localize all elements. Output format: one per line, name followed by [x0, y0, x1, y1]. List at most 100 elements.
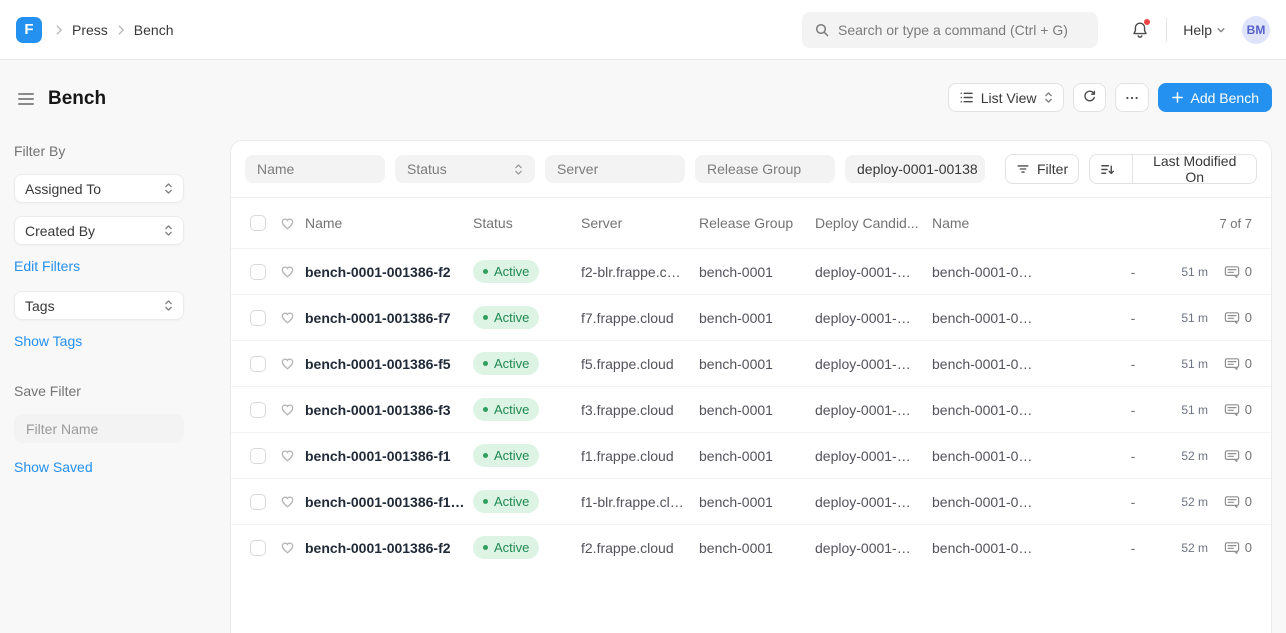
status-label: Active	[494, 494, 529, 509]
breadcrumb-bench[interactable]: Bench	[134, 22, 174, 38]
row-checkbox[interactable]	[250, 356, 266, 372]
row-checkbox[interactable]	[250, 310, 266, 326]
help-menu[interactable]: Help	[1183, 22, 1226, 38]
assigned-to-select[interactable]: Assigned To	[14, 174, 184, 203]
name2-cell: bench-0001-0…	[932, 264, 1108, 280]
chevron-down-icon	[1216, 25, 1226, 35]
table-row[interactable]: bench-0001-001386-f3 Active f3.frappe.cl…	[231, 386, 1271, 432]
bench-name[interactable]: bench-0001-001386-f3	[305, 402, 473, 418]
name2-cell: bench-0001-0…	[932, 402, 1108, 418]
list-view-icon	[959, 90, 974, 105]
release-group-filter-input[interactable]	[695, 155, 835, 183]
search-input[interactable]	[838, 22, 1086, 38]
bench-name[interactable]: bench-0001-001386-f5	[305, 356, 473, 372]
command-search[interactable]	[802, 12, 1098, 48]
filter-name-input[interactable]	[14, 414, 184, 443]
last-modified-cell: 51 m	[1158, 311, 1208, 325]
comments-cell: 0	[1208, 448, 1252, 464]
status-label: Active	[494, 310, 529, 325]
tags-select[interactable]: Tags	[14, 291, 184, 320]
sidebar-toggle-icon[interactable]	[16, 91, 36, 107]
chevron-up-down-icon	[514, 163, 523, 176]
filter-button-label: Filter	[1037, 161, 1068, 177]
row-checkbox[interactable]	[250, 494, 266, 510]
chevron-up-down-icon	[164, 299, 173, 312]
more-options-button[interactable]	[1115, 83, 1149, 112]
comments-cell: 0	[1208, 402, 1252, 418]
edit-filters-link[interactable]: Edit Filters	[14, 258, 80, 274]
server-cell: f5.frappe.cloud	[581, 356, 699, 372]
comments-cell: 0	[1208, 264, 1252, 280]
table-row[interactable]: bench-0001-001386-f7 Active f7.frappe.cl…	[231, 294, 1271, 340]
bench-name[interactable]: bench-0001-001386-f2	[305, 540, 473, 556]
header-server[interactable]: Server	[581, 215, 699, 231]
header-deploy-candidate[interactable]: Deploy Candid...	[815, 215, 932, 231]
add-bench-button[interactable]: Add Bench	[1158, 83, 1273, 112]
server-cell: f2-blr.frappe.c…	[581, 264, 699, 280]
favorite-icon[interactable]	[280, 402, 305, 417]
view-select-button[interactable]: List View	[948, 83, 1064, 112]
filter-button[interactable]: Filter	[1005, 154, 1079, 184]
last-modified-cell: 52 m	[1158, 541, 1208, 555]
comment-icon	[1224, 356, 1240, 372]
favorite-icon[interactable]	[280, 494, 305, 509]
favorite-icon[interactable]	[280, 540, 305, 555]
server-filter-input[interactable]	[545, 155, 685, 183]
status-label: Active	[494, 402, 529, 417]
table-row[interactable]: bench-0001-001386-f2 Active f2-blr.frapp…	[231, 248, 1271, 294]
breadcrumb-press[interactable]: Press	[72, 22, 108, 38]
user-avatar[interactable]: BM	[1242, 16, 1270, 44]
bench-name[interactable]: bench-0001-001386-f1…	[305, 494, 473, 510]
filter-by-label: Filter By	[14, 143, 184, 159]
empty-value-cell: -	[1108, 310, 1158, 326]
release-group-cell: bench-0001	[699, 448, 815, 464]
created-by-select[interactable]: Created By	[14, 216, 184, 245]
table-row[interactable]: bench-0001-001386-f2 Active f2.frappe.cl…	[231, 524, 1271, 570]
row-checkbox[interactable]	[250, 402, 266, 418]
status-badge: Active	[473, 536, 539, 559]
table-row[interactable]: bench-0001-001386-f5 Active f5.frappe.cl…	[231, 340, 1271, 386]
deploy-candidate-cell: deploy-0001-…	[815, 310, 932, 326]
view-select-label: List View	[981, 90, 1037, 106]
status-badge: Active	[473, 306, 539, 329]
favorite-icon[interactable]	[280, 356, 305, 371]
row-checkbox[interactable]	[250, 264, 266, 280]
bench-name[interactable]: bench-0001-001386-f7	[305, 310, 473, 326]
frappe-logo-icon[interactable]: F	[16, 17, 42, 43]
select-all-checkbox[interactable]	[250, 215, 266, 231]
chevron-up-down-icon	[1044, 91, 1053, 104]
favorite-icon[interactable]	[280, 310, 305, 325]
refresh-button[interactable]	[1073, 83, 1106, 112]
name2-cell: bench-0001-0…	[932, 494, 1108, 510]
row-checkbox[interactable]	[250, 448, 266, 464]
header-status[interactable]: Status	[473, 215, 581, 231]
row-checkbox[interactable]	[250, 540, 266, 556]
favorite-icon[interactable]	[280, 448, 305, 463]
favorite-icon[interactable]	[280, 264, 305, 279]
sort-icon	[1090, 155, 1125, 183]
status-label: Active	[494, 448, 529, 463]
sort-button[interactable]: Last Modified On	[1089, 154, 1257, 184]
status-filter-label: Status	[407, 161, 447, 177]
name-filter-input[interactable]	[245, 155, 385, 183]
table-row[interactable]: bench-0001-001386-f1 Active f1.frappe.cl…	[231, 432, 1271, 478]
notifications-button[interactable]	[1130, 20, 1150, 40]
bench-name[interactable]: bench-0001-001386-f1	[305, 448, 473, 464]
header-name-2[interactable]: Name	[932, 215, 1108, 231]
status-dot-icon	[483, 407, 488, 412]
header-name[interactable]: Name	[305, 215, 473, 231]
header-release-group[interactable]: Release Group	[699, 215, 815, 231]
empty-value-cell: -	[1108, 540, 1158, 556]
last-modified-cell: 51 m	[1158, 357, 1208, 371]
chevron-up-down-icon	[164, 224, 173, 237]
server-cell: f1-blr.frappe.cl…	[581, 494, 699, 510]
show-saved-link[interactable]: Show Saved	[14, 459, 93, 475]
show-tags-link[interactable]: Show Tags	[14, 333, 82, 349]
status-filter-select[interactable]: Status	[395, 155, 535, 183]
bench-name[interactable]: bench-0001-001386-f2	[305, 264, 473, 280]
comment-count: 0	[1245, 402, 1252, 417]
deploy-candidate-filter-value[interactable]: deploy-0001-00138	[845, 155, 985, 183]
plus-icon	[1171, 91, 1184, 104]
table-row[interactable]: bench-0001-001386-f1… Active f1-blr.frap…	[231, 478, 1271, 524]
comment-count: 0	[1245, 356, 1252, 371]
